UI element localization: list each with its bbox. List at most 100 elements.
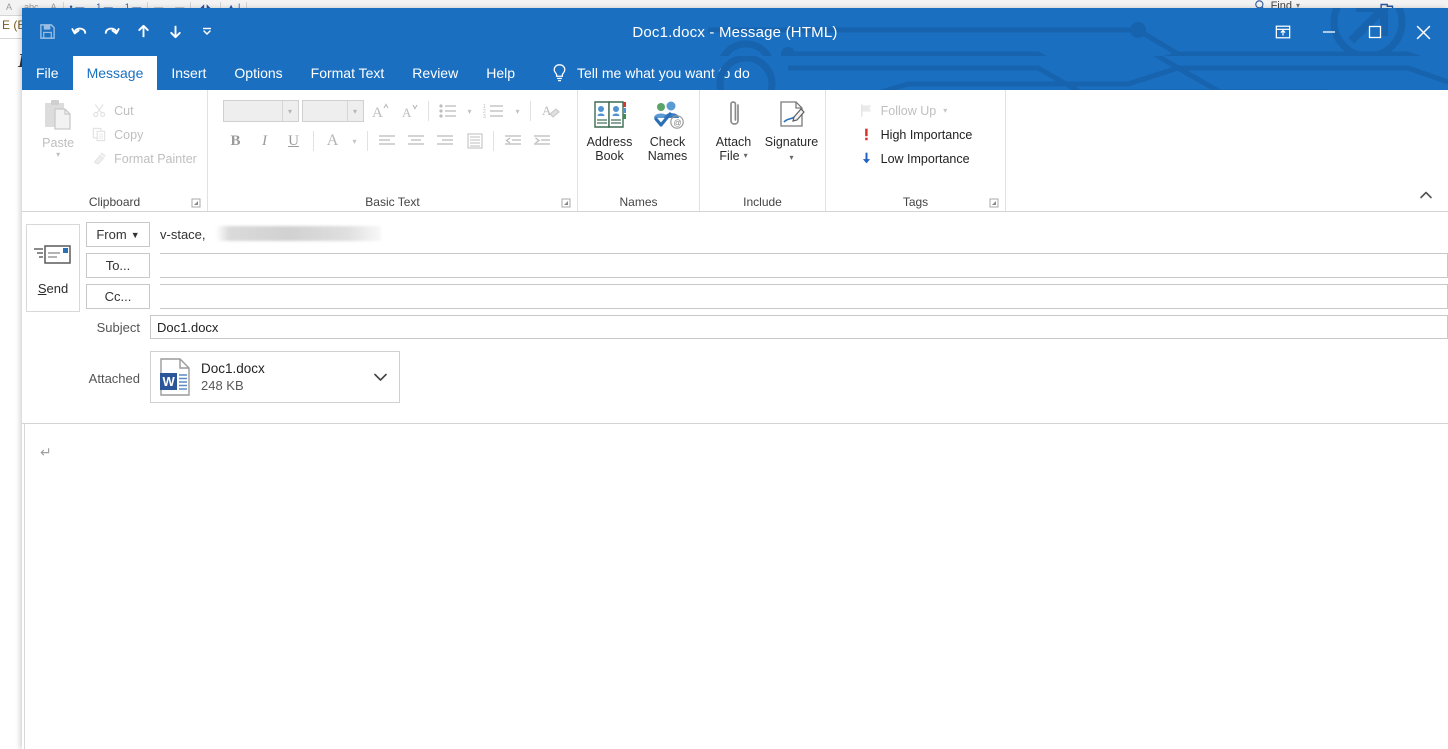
format-painter-button[interactable]: Format Painter [89,148,200,169]
tab-message[interactable]: Message [72,56,158,90]
group-label-text: Clipboard [88,195,141,209]
send-button[interactable]: Send [26,224,80,312]
tab-format-text[interactable]: Format Text [297,56,399,90]
subject-input[interactable]: Doc1.docx [150,315,1448,339]
quick-access-toolbar [32,16,222,46]
tab-label: Options [234,65,283,81]
font-color-button[interactable]: A [320,129,346,153]
high-importance-button[interactable]: High Importance [856,124,976,145]
grow-font-icon: A [372,103,389,121]
to-button[interactable]: To... [86,253,150,278]
shrink-font-button[interactable]: A [396,99,422,123]
close-button[interactable] [1398,9,1448,55]
svg-text:A: A [402,105,412,120]
minimize-icon [1323,31,1335,33]
next-item-button[interactable] [160,16,190,46]
message-body[interactable]: ↵ [22,423,1448,749]
tab-label: Help [486,65,515,81]
numbering-button[interactable]: 1 2 3 [479,99,509,123]
attachment-size: 248 KB [201,378,244,393]
group-label-text: Tags [902,195,929,209]
group-label-clipboard: Clipboard [22,193,207,211]
align-center-button[interactable] [403,129,429,153]
from-address-text: v-stace, [160,227,206,242]
save-button[interactable] [32,16,62,46]
align-right-button[interactable] [432,129,458,153]
clear-formatting-button[interactable]: A [537,99,563,123]
to-input[interactable] [160,253,1448,278]
bullets-dropdown[interactable]: ▾ [464,107,476,116]
svg-text:3: 3 [483,114,486,119]
chevron-up-icon [1420,191,1432,199]
numbering-icon: 1 2 3 [483,104,503,119]
collapse-ribbon-button[interactable] [1416,185,1436,205]
tab-help[interactable]: Help [472,56,529,90]
address-book-icon [593,101,626,128]
increase-indent-button[interactable] [529,129,555,153]
numbering-dropdown[interactable]: ▾ [512,107,524,116]
flag-icon [860,104,871,117]
clipboard-dialog-launcher[interactable] [190,197,202,209]
maximize-button[interactable] [1352,9,1398,55]
divider [529,101,531,121]
shrink-font-icon: A [402,104,418,120]
tab-options[interactable]: Options [220,56,296,90]
decrease-indent-button[interactable] [500,129,526,153]
attach-file-label-line2: File [719,149,740,163]
bullets-button[interactable] [435,99,461,123]
svg-text:W: W [163,374,176,389]
attachment-item[interactable]: W Doc1.docx 248 KB [150,351,400,403]
ribbon-group-names: Address Book @ Check Names Names [578,90,700,211]
format-painter-icon [93,152,107,165]
customize-qat-button[interactable] [192,16,222,46]
redo-button[interactable] [96,16,126,46]
copy-icon [93,127,106,142]
address-book-button[interactable]: Address Book [581,96,639,163]
grow-font-button[interactable]: A [367,99,393,123]
align-right-icon [436,135,453,145]
align-left-button[interactable] [374,129,400,153]
italic-button[interactable]: I [252,129,278,153]
clipboard-commands: Cut Copy Format Painter [87,96,200,169]
tell-me-search[interactable]: Tell me what you want to do [529,56,750,90]
ribbon-spacer [1006,90,1448,211]
tell-me-label: Tell me what you want to do [577,65,750,81]
cc-input[interactable] [160,284,1448,309]
exclamation-icon [864,128,868,141]
increase-indent-icon [533,135,550,145]
font-size-combo[interactable]: ▾ [301,100,364,122]
paste-button[interactable]: Paste ▾ [29,96,87,159]
ribbon-group-clipboard: Paste ▾ Cut Copy Format Painter Clipboar… [22,90,208,211]
tab-insert[interactable]: Insert [157,56,220,90]
font-name-combo[interactable]: ▾ [222,100,299,122]
check-names-label-line1: Check [649,135,686,149]
background-glyph: A [6,2,13,12]
tab-label: Review [412,65,459,81]
previous-item-button[interactable] [128,16,158,46]
tab-review[interactable]: Review [398,56,472,90]
attach-file-button[interactable]: Attach File ▾ [705,96,763,163]
attachment-dropdown-button[interactable] [367,372,393,382]
group-label-text: Include [743,195,782,209]
group-label-text: Names [619,195,658,209]
ribbon-display-options-button[interactable] [1260,9,1306,55]
bold-button[interactable]: B [223,129,249,153]
minimize-button[interactable] [1306,9,1352,55]
undo-button[interactable] [64,16,94,46]
cc-button[interactable]: Cc... [86,284,150,309]
cut-button[interactable]: Cut [89,100,200,121]
tags-dialog-launcher[interactable] [988,197,1000,209]
font-color-dropdown[interactable]: ▾ [349,137,361,146]
low-importance-button[interactable]: Low Importance [856,148,976,169]
basic-text-dialog-launcher[interactable] [560,197,572,209]
underline-button[interactable]: U [281,129,307,153]
check-names-button[interactable]: @ Check Names [639,96,697,163]
address-book-label-line1: Address [586,135,633,149]
signature-button[interactable]: Signature ▾ [763,96,821,165]
line-spacing-button[interactable] [461,129,487,153]
paste-icon [45,100,71,130]
copy-button[interactable]: Copy [89,124,200,145]
tab-file[interactable]: File [22,56,73,90]
follow-up-button[interactable]: Follow Up ▾ [856,100,976,121]
from-button[interactable]: From ▼ [86,222,150,247]
